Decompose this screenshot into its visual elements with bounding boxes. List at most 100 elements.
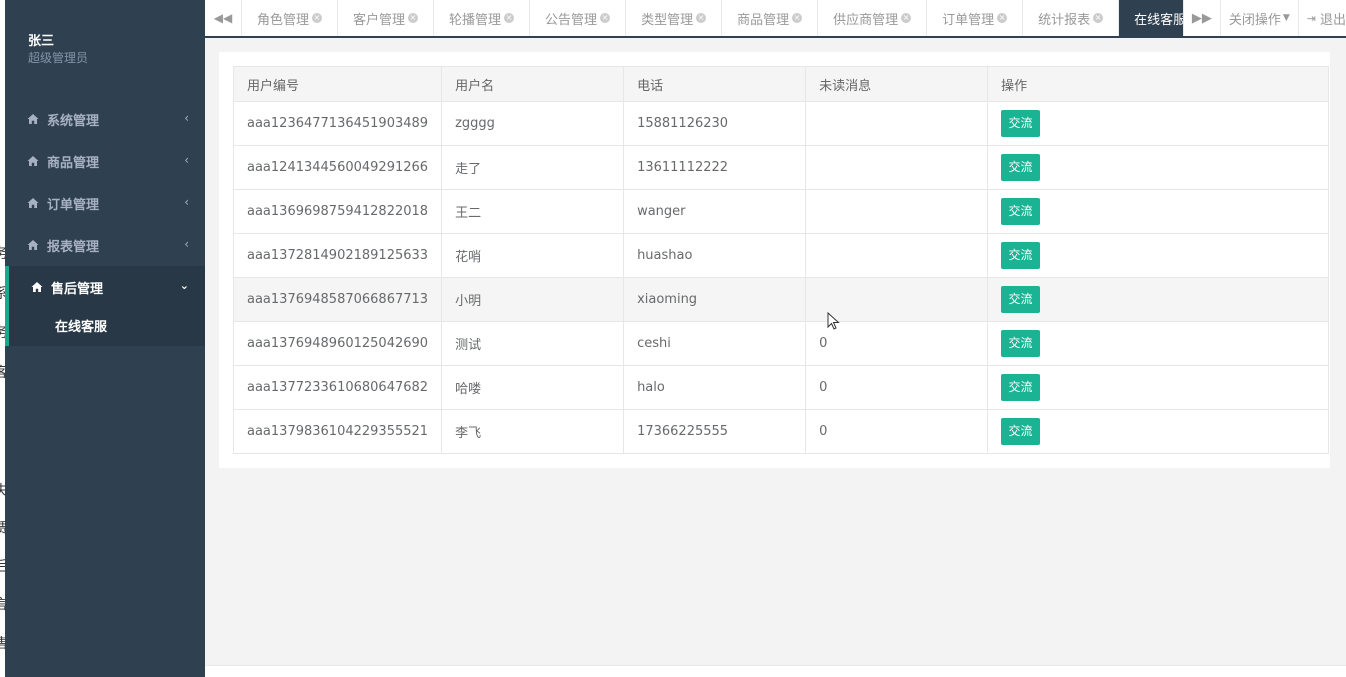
sidebar-item-after-sales[interactable]: 售后管理 ⌄ (9, 266, 205, 308)
tab-bar: ◀◀ 角色管理 × 客户管理 × 轮播管理 × 公告管理 × 类型管理 × 商品管理 × 供… (205, 0, 1346, 38)
caret-down-icon: ▼ (1282, 13, 1290, 23)
close-operations-label: 关闭操作 (1228, 12, 1281, 28)
user-role: 超级管理员 (28, 51, 89, 65)
chat-button[interactable]: 交流 (1001, 242, 1041, 269)
cell-unread: 0 (805, 409, 989, 454)
page-footer (205, 665, 1346, 677)
sidebar-item-system[interactable]: 系统管理 ‹ (5, 98, 205, 140)
close-icon[interactable]: × (792, 13, 803, 23)
col-header-action: 操作 (987, 66, 1329, 102)
table-row: aaa1369698759412822018 王二 wanger 交流 (232, 189, 1329, 234)
cell-phone: xiaoming (623, 277, 807, 322)
user-profile[interactable]: 张三 超级管理员 (5, 0, 205, 98)
chat-button[interactable]: 交流 (1001, 198, 1041, 225)
sidebar-item-reports[interactable]: 报表管理 ‹ (5, 224, 205, 266)
logout-label: 退出 (1319, 12, 1346, 28)
cell-phone: 17366225555 (623, 409, 807, 454)
sidebar-item-orders[interactable]: 订单管理 ‹ (5, 182, 205, 224)
cell-username: 走了 (441, 145, 625, 190)
tab-label: 角色管理 (257, 12, 310, 28)
table-row: aaa1236477136451903489 zgggg 15881126230… (232, 101, 1329, 146)
chat-button[interactable]: 交流 (1001, 330, 1041, 357)
tab-label: 商品管理 (737, 12, 790, 28)
cell-username: zgggg (441, 101, 625, 146)
cell-user-id: aaa1369698759412822018 (232, 189, 443, 234)
cell-username: 王二 (441, 189, 625, 234)
tab-products[interactable]: 商品管理 × (722, 0, 819, 36)
tab-scroll-left-button[interactable]: ◀◀ (205, 0, 242, 36)
sidebar-subitem-online-service[interactable]: 在线客服 (9, 308, 205, 346)
close-icon[interactable]: × (408, 13, 419, 23)
tab-tools: ▶▶ 关闭操作 ▼ ⇥ 退出 (1182, 0, 1346, 36)
close-icon[interactable]: × (997, 13, 1008, 23)
sidebar-item-label: 系统管理 (47, 113, 100, 129)
cell-user-id: aaa1236477136451903489 (232, 101, 443, 146)
tab-carousel[interactable]: 轮播管理 × (434, 0, 531, 36)
tab-label: 公告管理 (545, 12, 598, 28)
chevron-left-icon: ‹ (184, 111, 189, 125)
customer-table: 用户编号 用户名 电话 未读消息 操作 aaa12364771364519034… (232, 66, 1329, 454)
cell-action: 交流 (987, 409, 1329, 454)
cell-phone: halo (623, 365, 807, 410)
cell-action: 交流 (987, 145, 1329, 190)
cell-unread (805, 233, 989, 278)
col-header-username: 用户名 (441, 66, 625, 102)
cell-username: 测试 (441, 321, 625, 366)
close-icon[interactable]: × (600, 13, 611, 23)
tab-label: 客户管理 (353, 12, 406, 28)
col-header-user-id: 用户编号 (232, 66, 443, 102)
cell-user-id: aaa1372814902189125633 (232, 233, 443, 278)
cell-username: 哈喽 (441, 365, 625, 410)
cell-action: 交流 (987, 321, 1329, 366)
chevron-left-icon: ‹ (184, 237, 189, 251)
cell-unread (805, 101, 989, 146)
cell-phone: 15881126230 (623, 101, 807, 146)
tab-label: 在线客服 (1134, 12, 1183, 28)
table-row: aaa1376948587066867713 小明 xiaoming 交流 (232, 277, 1329, 322)
col-header-phone: 电话 (623, 66, 807, 102)
tab-orders[interactable]: 订单管理 × (927, 0, 1024, 36)
chat-button[interactable]: 交流 (1001, 286, 1041, 313)
chevron-down-icon: ⌄ (179, 279, 189, 292)
table-row: aaa1377233610680647682 哈喽 halo 0 交流 (232, 365, 1329, 410)
cell-action: 交流 (987, 233, 1329, 278)
cell-phone: huashao (623, 233, 807, 278)
close-operations-dropdown[interactable]: 关闭操作 ▼ (1219, 0, 1298, 36)
close-icon[interactable]: × (504, 13, 515, 23)
close-icon[interactable]: × (312, 13, 323, 23)
tab-label: 供应商管理 (833, 12, 899, 28)
sidebar-item-label: 商品管理 (47, 155, 100, 171)
tab-suppliers[interactable]: 供应商管理 × (818, 0, 928, 36)
sidebar-group-after-sales: 售后管理 ⌄ 在线客服 (5, 266, 205, 346)
close-icon[interactable]: × (696, 13, 707, 23)
tab-roles[interactable]: 角色管理 × (242, 0, 339, 36)
cell-action: 交流 (987, 189, 1329, 234)
chevron-left-icon: ‹ (184, 195, 189, 209)
tab-scroll-right-button[interactable]: ▶▶ (1182, 0, 1220, 36)
close-icon[interactable]: × (1093, 13, 1104, 23)
logout-button[interactable]: ⇥ 退出 (1297, 0, 1346, 36)
sidebar-item-products[interactable]: 商品管理 ‹ (5, 140, 205, 182)
close-icon[interactable]: × (901, 13, 912, 23)
tab-notices[interactable]: 公告管理 × (530, 0, 627, 36)
home-icon (27, 239, 39, 251)
home-icon (27, 113, 39, 125)
cell-phone: 13611112222 (623, 145, 807, 190)
chat-button[interactable]: 交流 (1001, 418, 1041, 445)
chat-button[interactable]: 交流 (1001, 110, 1041, 137)
tab-online-service[interactable]: 在线客服× (1119, 0, 1183, 36)
cell-phone: ceshi (623, 321, 807, 366)
table-header-row: 用户编号 用户名 电话 未读消息 操作 (232, 66, 1329, 102)
tab-reports[interactable]: 统计报表 × (1023, 0, 1120, 36)
logout-icon: ⇥ (1306, 11, 1316, 25)
cell-action: 交流 (987, 365, 1329, 410)
tab-label: 订单管理 (942, 12, 995, 28)
cell-username: 花哨 (441, 233, 625, 278)
chat-button[interactable]: 交流 (1001, 154, 1041, 181)
table-row: aaa1376948960125042690 测试 ceshi 0 交流 (232, 321, 1329, 366)
home-icon (31, 281, 43, 293)
cell-user-id: aaa1379836104229355521 (232, 409, 443, 454)
tab-types[interactable]: 类型管理 × (626, 0, 723, 36)
chat-button[interactable]: 交流 (1001, 374, 1041, 401)
tab-customers[interactable]: 客户管理 × (338, 0, 435, 36)
